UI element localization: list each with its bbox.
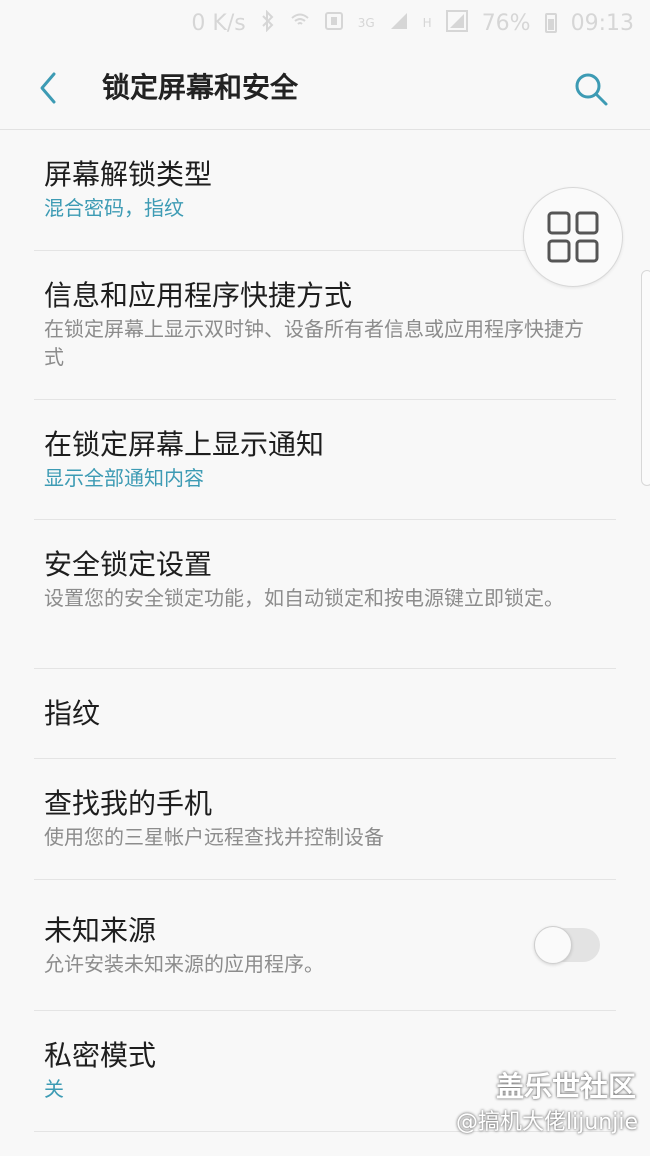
h-indicator-label: H: [422, 16, 432, 30]
watermark-author: @搞机大佬lijunjie: [456, 1110, 638, 1135]
app-bar: 锁定屏幕和安全: [0, 46, 650, 130]
item-title: 查找我的手机: [44, 787, 213, 820]
unknown-sources-toggle[interactable]: [534, 926, 600, 964]
bluetooth-icon: [260, 9, 276, 37]
status-bar: 0 K/s 3G H 76% 09:13: [0, 0, 650, 46]
item-title: 指纹: [44, 697, 101, 730]
list-item-secure-lock-settings[interactable]: 安全锁定设置 设置您的安全锁定功能，如自动锁定和按电源键立即锁定。: [34, 520, 616, 669]
edge-panel-handle[interactable]: [641, 270, 650, 486]
list-item-find-my-mobile[interactable]: 查找我的手机 使用您的三星帐户远程查找并控制设备: [34, 759, 616, 880]
item-title: 屏幕解锁类型: [44, 158, 213, 191]
item-subtitle: 显示全部通知内容: [44, 466, 204, 490]
item-subtitle: 允许安装未知来源的应用程序。: [44, 952, 324, 976]
list-item-unknown-sources[interactable]: 未知来源 允许安装未知来源的应用程序。: [34, 880, 616, 1011]
wifi-calling-icon: [290, 12, 310, 35]
battery-percent: 76%: [481, 10, 531, 36]
back-button[interactable]: [30, 70, 66, 106]
item-title: 信息和应用程序快捷方式: [44, 279, 353, 312]
nfc-icon: [324, 11, 344, 36]
item-subtitle: 设置您的安全锁定功能，如自动锁定和按电源键立即锁定。: [44, 586, 564, 610]
toggle-knob: [534, 926, 572, 964]
grid-icon: [547, 211, 599, 263]
item-subtitle: 使用您的三星帐户远程查找并控制设备: [44, 825, 384, 849]
list-item-info-app-shortcuts[interactable]: 信息和应用程序快捷方式 在锁定屏幕上显示双时钟、设备所有者信息或应用程序快捷方式: [34, 251, 616, 400]
list-item-lockscreen-notifications[interactable]: 在锁定屏幕上显示通知 显示全部通知内容: [34, 400, 616, 520]
signal-icon-1: [389, 11, 409, 36]
item-title: 安全锁定设置: [44, 548, 213, 581]
item-subtitle: 在锁定屏幕上显示双时钟、设备所有者信息或应用程序快捷方式: [44, 317, 584, 369]
page-title: 锁定屏幕和安全: [102, 71, 299, 104]
network-speed: 0 K/s: [191, 10, 246, 36]
back-arrow-icon: [40, 72, 56, 104]
battery-icon: [544, 13, 557, 33]
floating-grid-button[interactable]: [523, 187, 623, 287]
network-type-label: 3G: [357, 16, 375, 30]
watermark-community: 盖乐世社区: [495, 1070, 636, 1103]
search-button[interactable]: [570, 68, 612, 110]
list-item-fingerprint[interactable]: 指纹: [34, 669, 616, 759]
item-title: 未知来源: [44, 914, 157, 947]
clock: 09:13: [570, 10, 634, 36]
search-icon: [575, 73, 608, 106]
item-title: 在锁定屏幕上显示通知: [44, 428, 325, 461]
signal-icon-2: [445, 9, 468, 37]
